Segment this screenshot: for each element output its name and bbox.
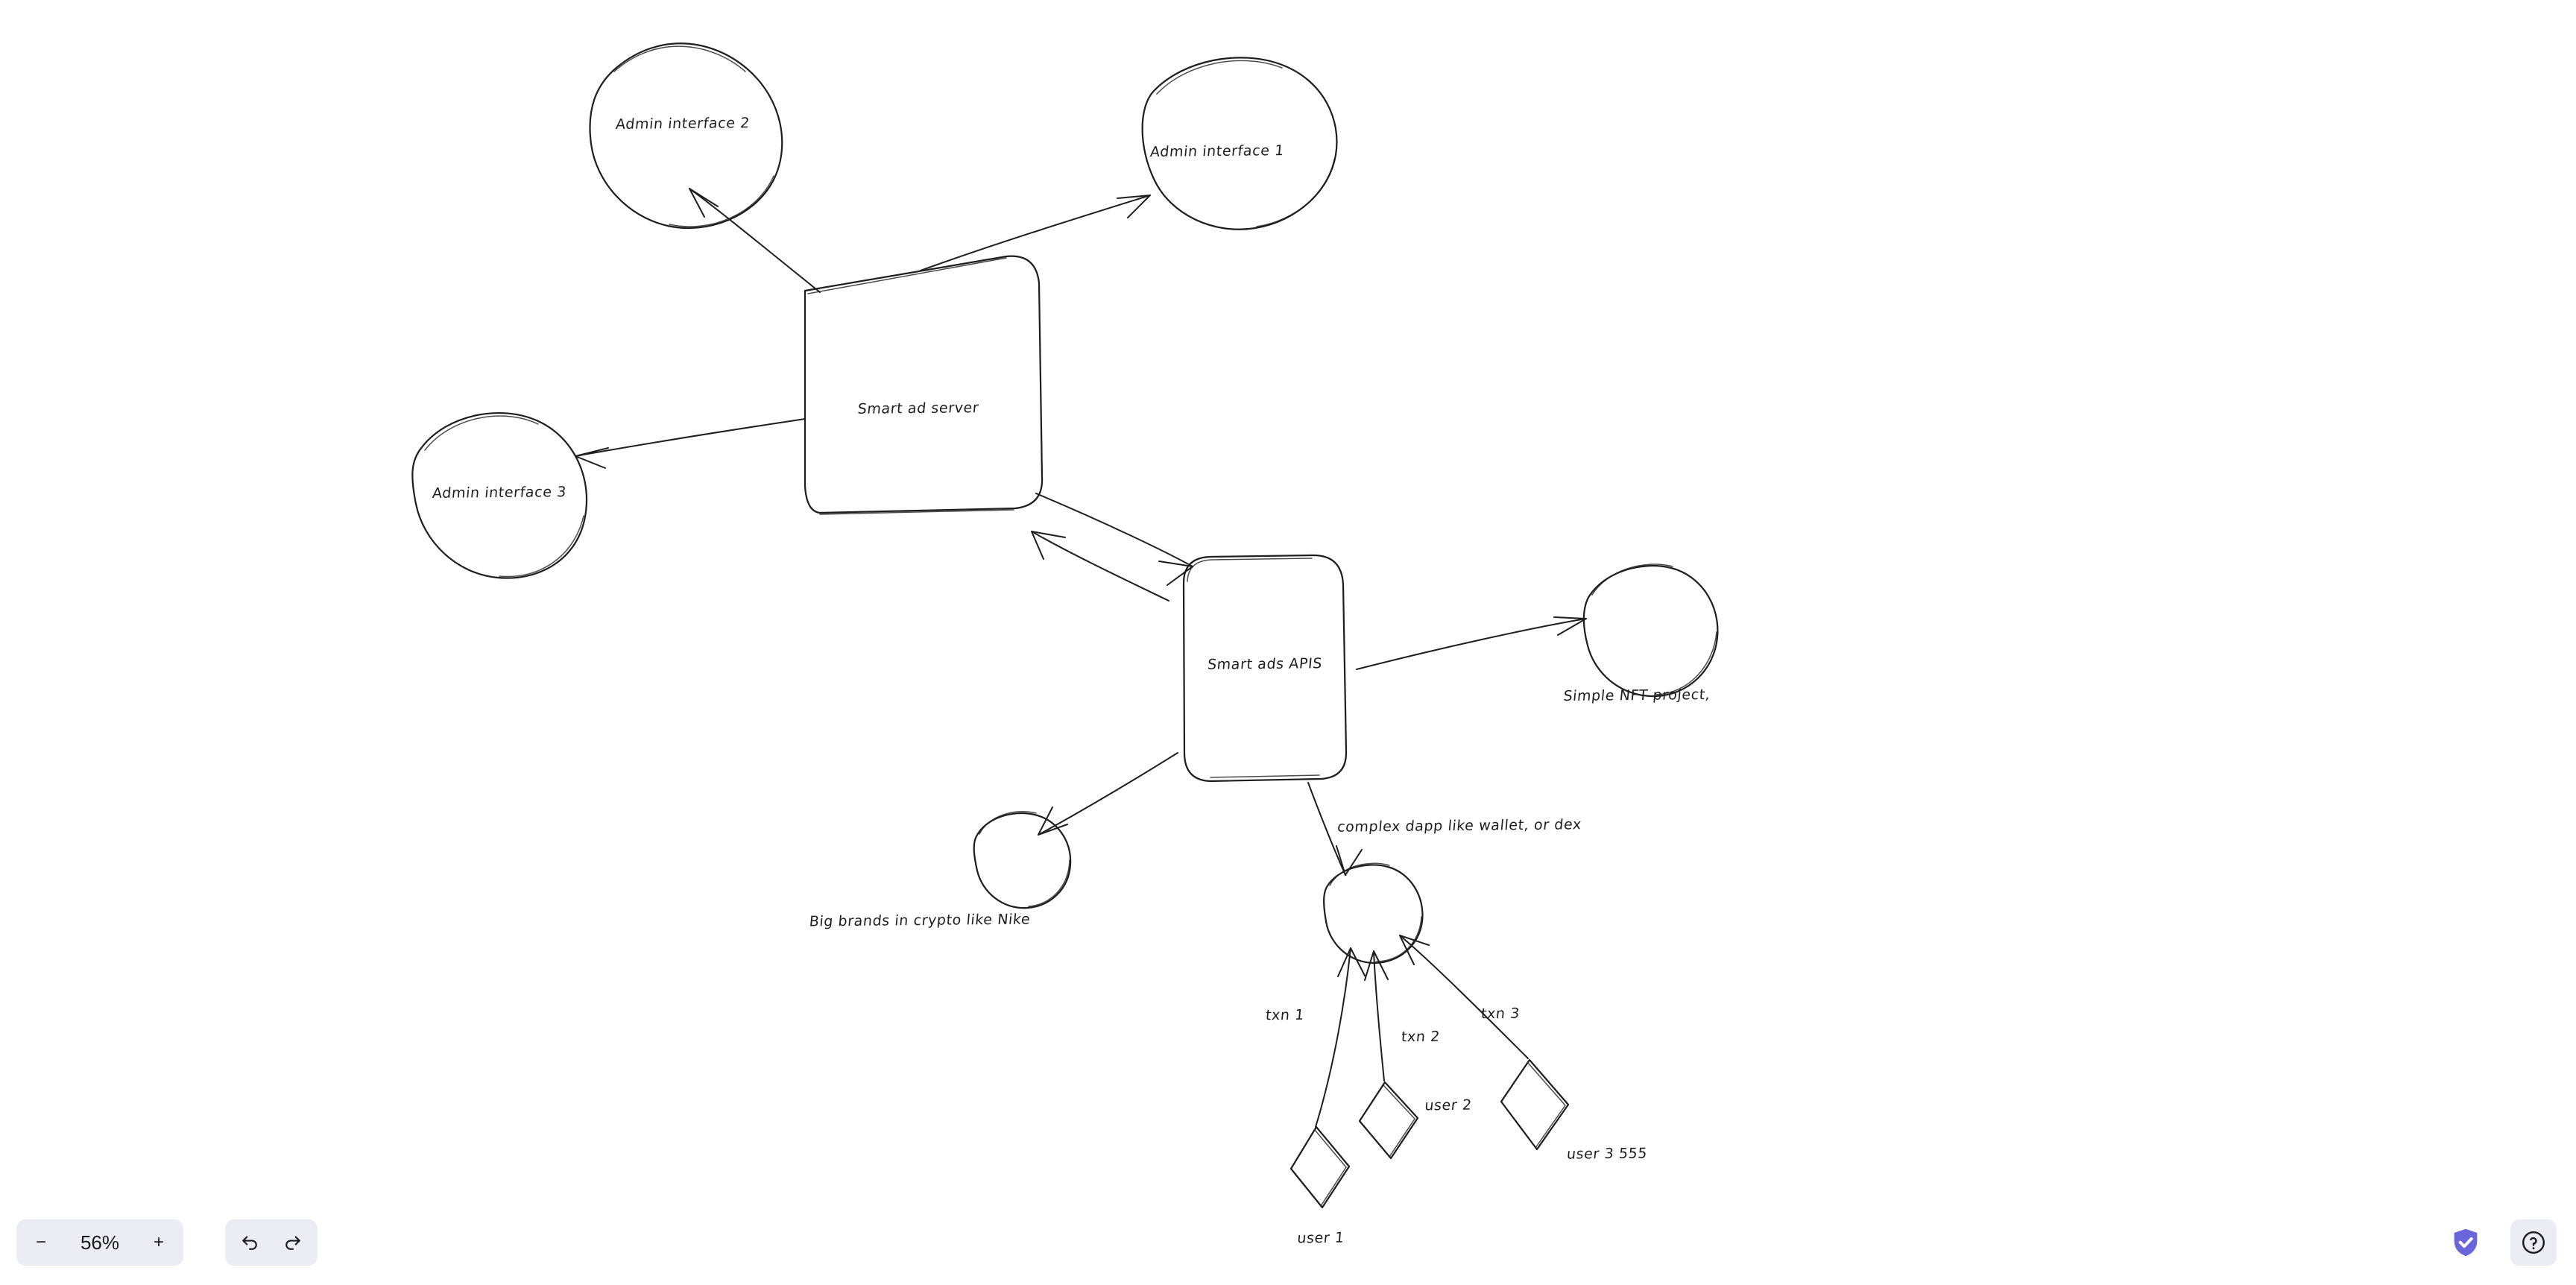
edge-label-txn-2: txn 2 <box>1400 1028 1442 1046</box>
node-simple-nft-project[interactable] <box>1582 563 1719 698</box>
node-label-user-3: user 3 555 <box>1565 1145 1649 1163</box>
edge-apis-to-adserver[interactable] <box>1031 531 1169 602</box>
undo-button[interactable] <box>228 1222 271 1263</box>
node-admin-interface-2[interactable] <box>589 42 783 230</box>
node-label-big-brands: Big brands in crypto like Nike <box>808 911 1032 930</box>
node-user-1[interactable] <box>1289 1125 1351 1209</box>
history-toolbar <box>225 1219 318 1266</box>
scene-vector-layer <box>411 42 1719 1209</box>
edge-label-txn-3: txn 3 <box>1480 1005 1521 1023</box>
edge-user1-to-dapp[interactable] <box>1315 947 1366 1128</box>
encryption-status-button[interactable] <box>2446 1223 2485 1262</box>
node-big-brands[interactable] <box>973 811 1072 909</box>
zoom-toolbar: − 56% + <box>16 1219 183 1266</box>
minus-icon: − <box>35 1232 46 1252</box>
redo-icon <box>285 1236 300 1250</box>
edge-adserver-to-admin3[interactable] <box>575 418 806 469</box>
node-label-admin-interface-1: Admin interface 1 <box>1149 142 1285 160</box>
node-complex-dapp[interactable] <box>1323 862 1424 964</box>
zoom-level-reset-button[interactable]: 56% <box>63 1222 137 1263</box>
zoom-out-button[interactable]: − <box>19 1222 63 1263</box>
shield-check-icon <box>2454 1228 2478 1257</box>
node-label-user-1: user 1 <box>1296 1229 1345 1247</box>
node-label-smart-ad-server: Smart ad server <box>856 400 980 417</box>
edge-adserver-to-apis[interactable] <box>1035 493 1193 586</box>
node-label-user-2: user 2 <box>1424 1096 1473 1114</box>
drawing-canvas[interactable]: Admin interface 2 Admin interface 1 Smar… <box>0 0 2576 1285</box>
help-button[interactable] <box>2510 1219 2557 1266</box>
node-user-2[interactable] <box>1358 1081 1419 1160</box>
bottom-right-cluster <box>2446 1219 2557 1266</box>
undo-icon <box>242 1236 257 1250</box>
node-user-3[interactable] <box>1500 1058 1570 1151</box>
help-circle-icon <box>2522 1231 2545 1254</box>
node-label-smart-ads-apis: Smart ads APIS <box>1207 655 1323 673</box>
edge-apis-to-brands[interactable] <box>1038 752 1178 836</box>
node-label-admin-interface-2: Admin interface 2 <box>615 115 751 133</box>
edge-user2-to-dapp[interactable] <box>1364 950 1389 1082</box>
edge-adserver-to-admin1[interactable] <box>920 195 1151 271</box>
redo-button[interactable] <box>271 1222 315 1263</box>
node-label-complex-dapp: complex dapp like wallet, or dex <box>1336 816 1582 836</box>
excalidraw-app: Admin interface 2 Admin interface 1 Smar… <box>0 0 2576 1285</box>
zoom-in-button[interactable]: + <box>137 1222 180 1263</box>
edge-label-txn-1: txn 1 <box>1264 1006 1306 1024</box>
node-label-admin-interface-3: Admin interface 3 <box>432 484 567 502</box>
plus-icon: + <box>153 1232 164 1252</box>
node-smart-ad-server[interactable] <box>804 255 1044 515</box>
edge-apis-to-nft[interactable] <box>1356 616 1587 670</box>
node-label-simple-nft-project: Simple NFT project, <box>1562 686 1711 705</box>
